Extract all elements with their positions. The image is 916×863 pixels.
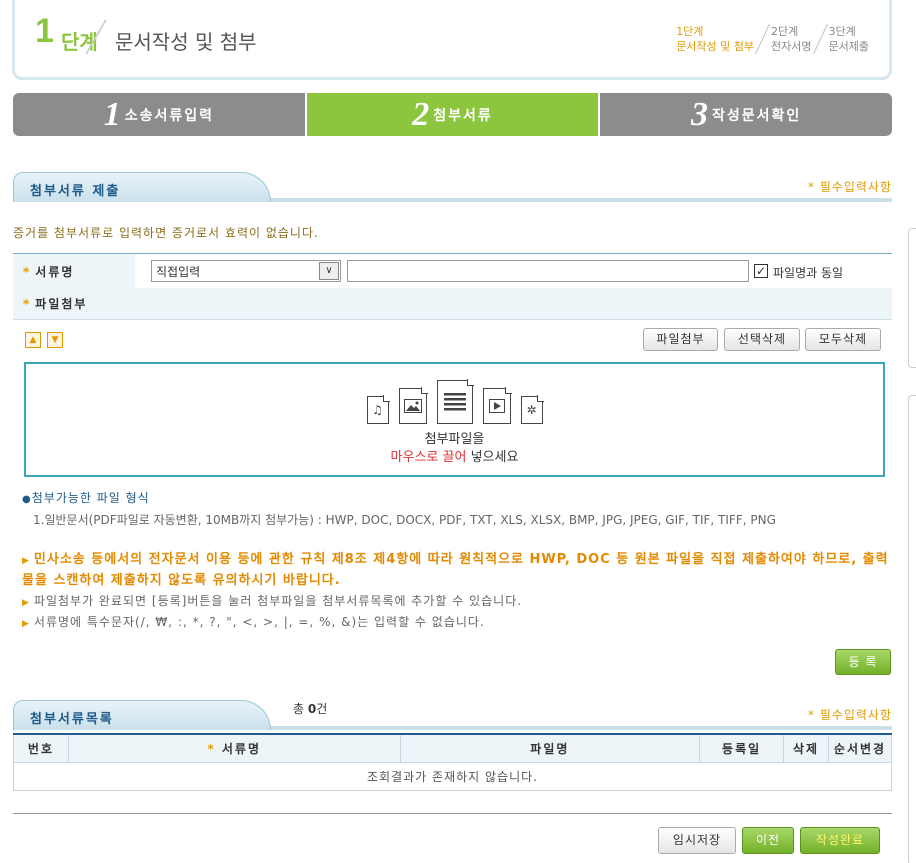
mini-step-indicator: 1단계 문서작성 및 첨부 2단계 전자서명 3단계 문서제출	[668, 24, 877, 54]
attachment-submit-header: 첨부서류 제출 * 필수입력사항	[13, 172, 892, 202]
file-type-icons: ♫ ✲	[26, 379, 883, 424]
required-note: * 필수입력사항	[807, 180, 892, 194]
total-count: 총 0건	[293, 702, 328, 716]
step-tabs: 1 소송서류입력 2 첨부서류 3 작성문서확인	[13, 93, 892, 136]
side-panel-edge	[908, 395, 916, 863]
file-attach-label: * 파일첨부	[13, 288, 892, 319]
move-down-button[interactable]: ▼	[47, 332, 63, 348]
section-title: 첨부서류목록	[13, 700, 271, 730]
temp-save-button[interactable]: 임시저장	[658, 827, 736, 854]
complete-button[interactable]: 작성완료	[800, 827, 880, 854]
doc-name-label: * 서류명	[13, 254, 135, 288]
chevron-down-icon: ∨	[319, 262, 339, 280]
allowed-format-desc: 1.일반문서(PDF파일로 자동변환, 10MB까지 첨부가능) : HWP, …	[33, 513, 776, 527]
document-file-icon	[436, 379, 474, 424]
file-attach-row: * 파일첨부	[13, 288, 892, 320]
prev-button[interactable]: 이전	[742, 827, 794, 854]
col-order: 순서변경	[828, 733, 892, 763]
empty-message: 조회결과가 존재하지 않습니다.	[13, 761, 892, 791]
same-as-filename-checkbox[interactable]: ✓	[754, 264, 768, 278]
doc-type-select[interactable]: 직접입력 ∨	[151, 260, 341, 282]
step-number: 1	[35, 12, 54, 50]
tab-attachments[interactable]: 2 첨부서류	[306, 93, 601, 136]
special-char-notice: ▶ 서류명에 특수문자(/, ₩, :, *, ?, ", <, >, |, =,…	[22, 615, 485, 629]
drop-instruction-2: 마우스로 끌어 넣으세요	[390, 450, 519, 465]
file-attach-button[interactable]: 파일첨부	[643, 328, 718, 351]
col-doc-name: * 서류명	[67, 733, 401, 763]
col-number: 번호	[13, 733, 69, 763]
rule-notice: ▶ 민사소송 등에서의 전자문서 이용 등에 관한 규칙 제8조 제4항에 따라 …	[22, 552, 889, 588]
settings-file-icon: ✲	[520, 395, 544, 424]
attachment-table: 번호 * 서류명 파일명 등록일 삭제 순서변경 조회결과가 존재하지 않습니다…	[13, 733, 892, 791]
tab-review[interactable]: 3 작성문서확인	[600, 93, 892, 136]
evidence-warning: 증거를 첨부서류로 입력하면 증거로서 효력이 없습니다.	[13, 226, 319, 240]
table-row: 조회결과가 존재하지 않습니다.	[13, 761, 892, 791]
divider	[13, 813, 892, 814]
file-drop-zone[interactable]: ♫ ✲ 첨부파일을 마우스로 끌어 넣으세요	[24, 362, 885, 477]
allowed-format-title: ●첨부가능한 파일 형식	[22, 491, 150, 505]
attachment-list-header: 첨부서류목록 * 필수입력사항	[13, 700, 892, 730]
col-file-name: 파일명	[399, 733, 701, 763]
image-file-icon	[398, 387, 428, 424]
delete-all-button[interactable]: 모두삭제	[805, 328, 881, 351]
doc-name-row: * 서류명 직접입력 ∨ ✓ 파일명과 동일	[13, 253, 892, 289]
col-delete: 삭제	[783, 733, 830, 763]
move-up-button[interactable]: ▲	[25, 332, 41, 348]
drop-instruction-1: 첨부파일을	[424, 432, 485, 447]
step-header: 1 단계 문서작성 및 첨부 1단계 문서작성 및 첨부 2단계 전자서명 3단…	[12, 0, 892, 80]
mini-step-3: 3단계 문서제출	[828, 25, 869, 53]
tab-document-input[interactable]: 1 소송서류입력	[13, 93, 307, 136]
col-date: 등록일	[699, 733, 785, 763]
side-panel-edge	[908, 228, 916, 368]
section-title: 첨부서류 제출	[13, 172, 271, 202]
doc-name-input[interactable]	[347, 260, 749, 282]
same-as-filename-label: 파일명과 동일	[773, 266, 844, 280]
video-file-icon	[482, 387, 512, 424]
mini-step-2: 2단계 전자서명	[771, 25, 812, 53]
required-note: * 필수입력사항	[807, 708, 892, 722]
music-file-icon: ♫	[366, 395, 390, 424]
mini-step-1: 1단계 문서작성 및 첨부	[676, 25, 755, 53]
page-title: 문서작성 및 첨부	[115, 30, 257, 54]
delete-selected-button[interactable]: 선택삭제	[724, 328, 800, 351]
register-notice: ▶ 파일첨부가 완료되면 [등록]버튼을 눌러 첨부파일을 첨부서류목록에 추가할…	[22, 594, 523, 608]
register-button[interactable]: 등 록	[835, 649, 891, 675]
